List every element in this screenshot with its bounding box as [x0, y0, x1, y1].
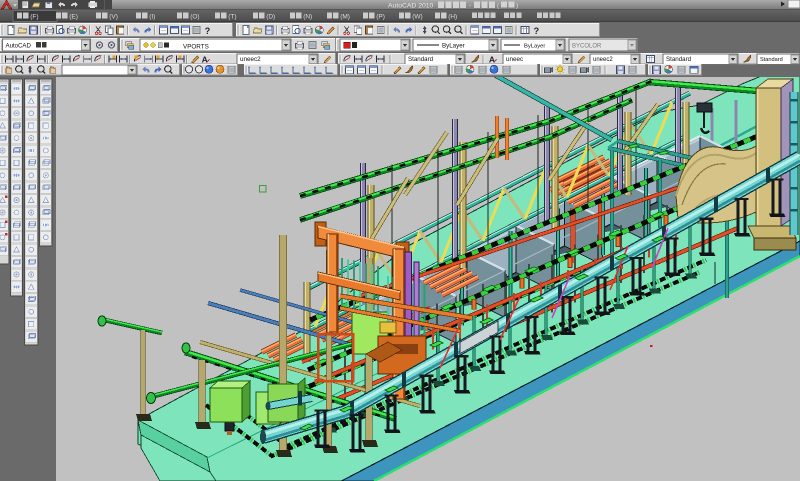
svg-text:Standard: Standard — [666, 56, 692, 63]
svg-text:?: ? — [205, 26, 211, 36]
svg-text:(H): (H) — [448, 13, 457, 20]
svg-text:AutoCAD: AutoCAD — [6, 43, 32, 50]
svg-text:A: A — [489, 55, 495, 65]
svg-text:ByLayer: ByLayer — [524, 44, 545, 50]
svg-text:?: ? — [534, 26, 540, 36]
svg-text:-: - — [469, 2, 471, 9]
svg-text:(V): (V) — [109, 13, 118, 20]
svg-text:Standard: Standard — [760, 57, 783, 63]
svg-text:): ) — [516, 3, 518, 10]
svg-text:BYCOLOR: BYCOLOR — [572, 44, 602, 50]
svg-text:(I): (I) — [149, 13, 155, 20]
svg-text:(O): (O) — [190, 13, 199, 20]
svg-text:AutoCAD 2010: AutoCAD 2010 — [388, 2, 434, 9]
svg-text:(P): (P) — [376, 13, 385, 20]
svg-text:Standard: Standard — [408, 56, 434, 63]
svg-text:ByLayer: ByLayer — [442, 43, 465, 50]
svg-text:(T): (T) — [228, 13, 236, 20]
svg-text:(W): (W) — [412, 13, 422, 20]
svg-text:uneec2: uneec2 — [593, 57, 613, 63]
svg-text:VPORTS: VPORTS — [183, 44, 209, 51]
svg-text:uneec: uneec — [506, 56, 523, 63]
svg-text:(E): (E) — [69, 13, 78, 20]
svg-text:A: A — [202, 55, 208, 65]
svg-text:(D): (D) — [266, 13, 275, 20]
svg-text:(F): (F) — [30, 13, 38, 20]
svg-text:(M): (M) — [340, 13, 350, 20]
svg-text:(N): (N) — [303, 13, 312, 20]
svg-text:uneec2: uneec2 — [240, 56, 261, 63]
